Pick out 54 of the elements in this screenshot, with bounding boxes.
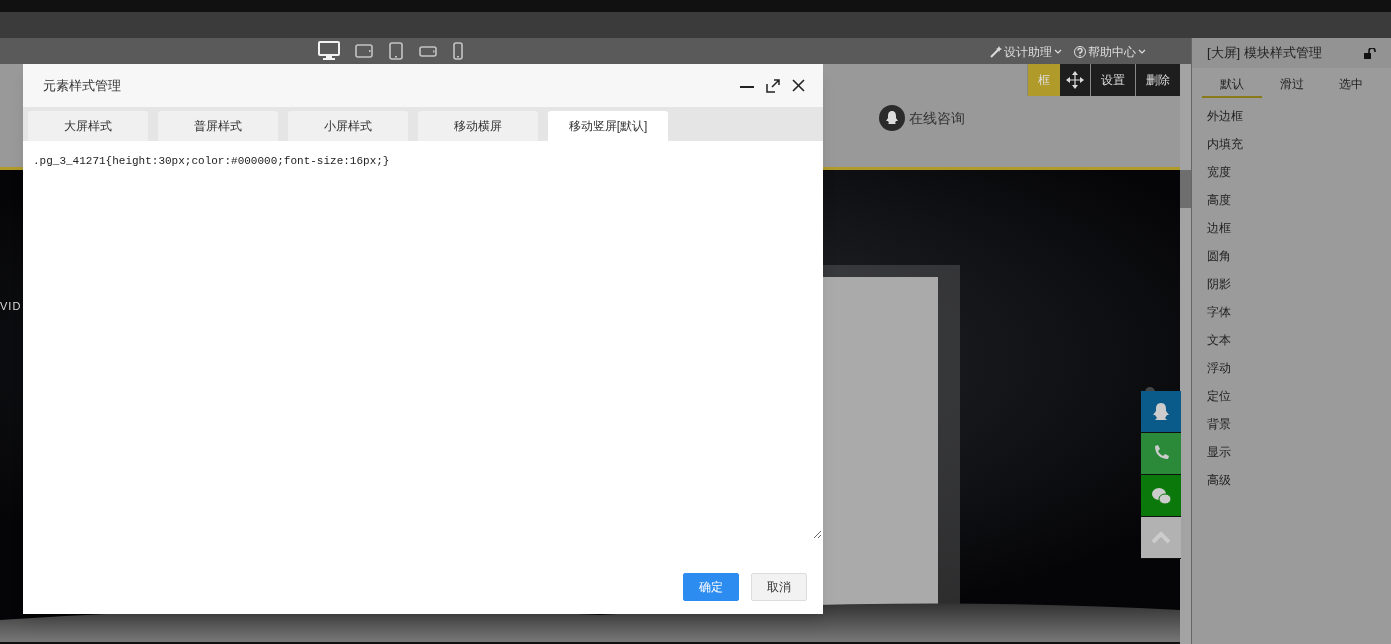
phone-icon[interactable]: [452, 41, 464, 61]
tablet-icon[interactable]: [354, 41, 374, 61]
panel-item[interactable]: 高级: [1207, 471, 1231, 489]
float-button[interactable]: [1141, 517, 1181, 559]
wand-icon[interactable]: [990, 46, 1002, 58]
code-editor[interactable]: .pg_3_41271{height:30px;color:#000000;font-size:16px;}: [23, 141, 823, 540]
tab[interactable]: 选中: [1321, 72, 1381, 98]
resize-grip-icon[interactable]: [813, 530, 822, 539]
move-icon: [1065, 70, 1085, 90]
consult-text[interactable]: 在线咨询: [909, 107, 965, 129]
tab[interactable]: 移动竖屏[默认]: [548, 111, 668, 141]
close-icon[interactable]: [792, 79, 805, 92]
dialog-title: 元素样式管理: [43, 76, 121, 95]
panel-item[interactable]: 定位: [1207, 387, 1231, 405]
panel-item[interactable]: 宽度: [1207, 163, 1231, 181]
tab[interactable]: 滑过: [1261, 72, 1322, 98]
panel-item[interactable]: 内填充: [1207, 135, 1243, 153]
confirm-button[interactable]: 确定: [683, 573, 739, 601]
panel-item[interactable]: 字体: [1207, 303, 1231, 321]
menu-item[interactable]: 设计助理: [1004, 43, 1052, 61]
panel-item[interactable]: 浮动: [1207, 359, 1231, 377]
caret-icon[interactable]: [1138, 48, 1146, 56]
panel-item[interactable]: 圆角: [1207, 247, 1231, 265]
panel-item[interactable]: 阴影: [1207, 275, 1231, 293]
tab[interactable]: 小屏样式: [288, 111, 408, 141]
panel-item[interactable]: 文本: [1207, 331, 1231, 349]
banner-text: VID: [0, 299, 22, 314]
float-button[interactable]: [1141, 475, 1181, 517]
tab[interactable]: 普屏样式: [158, 111, 278, 141]
move-button[interactable]: [1060, 64, 1090, 96]
unlock-icon[interactable]: [1364, 47, 1376, 59]
panel-item[interactable]: 高度: [1207, 191, 1231, 209]
maximize-icon[interactable]: [766, 78, 780, 93]
qq-icon: [879, 105, 905, 131]
tablet-icon[interactable]: [388, 41, 404, 61]
panel-title: [大屏] 模块样式管理: [1207, 44, 1322, 63]
tab[interactable]: 默认: [1202, 72, 1262, 98]
panel-item[interactable]: 背景: [1207, 415, 1231, 433]
tab[interactable]: 移动横屏: [418, 111, 538, 141]
panel-item[interactable]: 显示: [1207, 443, 1231, 461]
panel-item[interactable]: 外边框: [1207, 107, 1243, 125]
help-icon[interactable]: [1074, 46, 1086, 58]
action-button[interactable]: 设置: [1090, 64, 1135, 96]
qq-icon: [1150, 400, 1172, 423]
scrollbar-thumb[interactable]: [1180, 170, 1191, 208]
tab[interactable]: 大屏样式: [28, 111, 148, 141]
action-button[interactable]: 删除: [1135, 64, 1180, 96]
float-button[interactable]: [1141, 433, 1181, 475]
caret-icon[interactable]: [1054, 48, 1062, 56]
monitor-icon[interactable]: [318, 41, 340, 61]
float-button[interactable]: [1141, 391, 1181, 433]
cancel-button[interactable]: 取消: [751, 573, 807, 601]
panel-item[interactable]: 边框: [1207, 219, 1231, 237]
menu-item[interactable]: 帮助中心: [1088, 43, 1136, 61]
